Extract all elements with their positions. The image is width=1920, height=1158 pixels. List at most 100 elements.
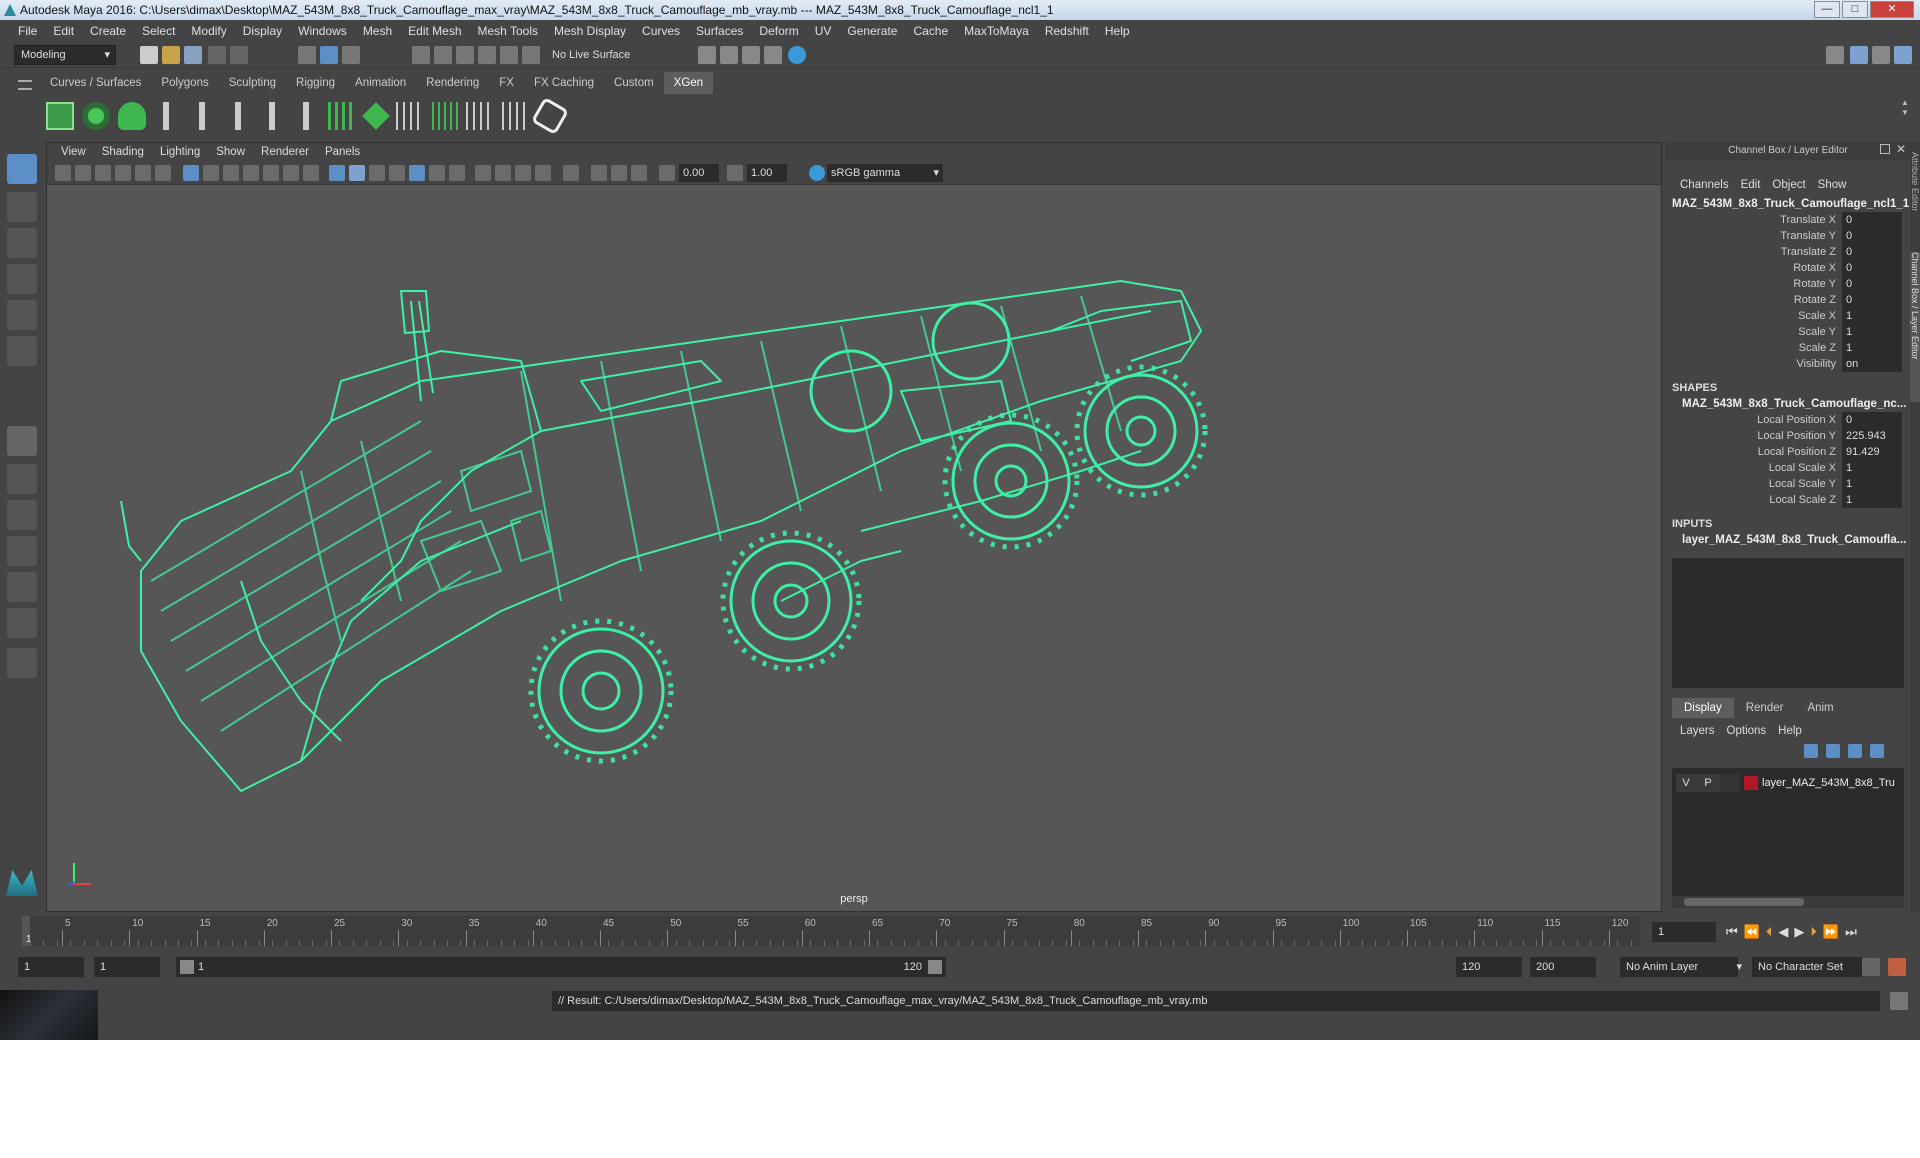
attribute-row-rotate-y[interactable]: Rotate Y 0: [1666, 276, 1910, 292]
move-layer-down-icon[interactable]: [1826, 744, 1840, 758]
layer-playback-toggle[interactable]: P: [1696, 774, 1720, 792]
view-transform-dropdown[interactable]: sRGB gamma ▾: [827, 164, 943, 182]
layer-menu-options[interactable]: Options: [1721, 725, 1773, 737]
bookmarks-icon[interactable]: [95, 165, 111, 181]
step-forward-key-icon[interactable]: ⏵: [1810, 924, 1817, 940]
move-tool-icon[interactable]: [7, 264, 37, 294]
attribute-row-local-position-y[interactable]: Local Position Y 225.943: [1666, 428, 1910, 444]
viewport-menu-view[interactable]: View: [53, 143, 94, 161]
layer-menu-layers[interactable]: Layers: [1674, 725, 1721, 737]
viewport-panel[interactable]: View Shading Lighting Show Renderer Panels: [46, 142, 1662, 912]
modeling-toolkit-icon[interactable]: [1826, 46, 1844, 64]
playback-start-field[interactable]: 1: [94, 957, 160, 977]
grid-toggle-icon[interactable]: [183, 165, 199, 181]
grease-pencil-icon[interactable]: [155, 165, 171, 181]
shelf-tab-animation[interactable]: Animation: [345, 72, 416, 94]
viewport-menu-renderer[interactable]: Renderer: [253, 143, 317, 161]
channel-menu-edit[interactable]: Edit: [1735, 179, 1767, 191]
minimize-button[interactable]: —: [1814, 1, 1840, 18]
safe-action-icon[interactable]: [283, 165, 299, 181]
redo-icon[interactable]: [230, 46, 248, 64]
snap-surface-icon[interactable]: [500, 46, 518, 64]
shelf-tab-curves-surfaces[interactable]: Curves / Surfaces: [40, 72, 151, 94]
anim-layer-dropdown[interactable]: No Anim Layer ▾: [1620, 957, 1742, 977]
camera-lock-icon[interactable]: [631, 165, 647, 181]
film-gate-icon[interactable]: [203, 165, 219, 181]
mode-dropdown[interactable]: Modeling ▾: [14, 45, 116, 65]
menu-display[interactable]: Display: [235, 24, 290, 38]
channel-menu-channels[interactable]: Channels: [1674, 179, 1735, 191]
menu-edit[interactable]: Edit: [45, 24, 82, 38]
layer-guides-icon[interactable]: [362, 102, 390, 130]
interpolate-guides-icon[interactable]: [396, 102, 424, 130]
snap-grid-icon[interactable]: [412, 46, 430, 64]
rotate-tool-icon[interactable]: [7, 300, 37, 330]
shelf-tab-sculpting[interactable]: Sculpting: [219, 72, 286, 94]
layer-menu-help[interactable]: Help: [1772, 725, 1808, 737]
layer-horizontal-scrollbar[interactable]: [1672, 896, 1904, 908]
layer-tab-render[interactable]: Render: [1734, 698, 1796, 718]
attribute-row-scale-y[interactable]: Scale Y 1: [1666, 324, 1910, 340]
shadows-icon[interactable]: [449, 165, 465, 181]
menu-file[interactable]: File: [10, 24, 45, 38]
save-scene-icon[interactable]: [184, 46, 202, 64]
wireframe-icon[interactable]: [329, 165, 345, 181]
menu-surfaces[interactable]: Surfaces: [688, 24, 751, 38]
xgen-preview-icon[interactable]: [530, 96, 570, 136]
shelf-tab-rigging[interactable]: Rigging: [286, 72, 345, 94]
shelf-tab-polygons[interactable]: Polygons: [151, 72, 218, 94]
range-slider-start-handle[interactable]: [180, 960, 194, 974]
use-all-lights-icon[interactable]: [429, 165, 445, 181]
single-perspective-layout-icon[interactable]: [7, 426, 37, 456]
playback-end-field[interactable]: 120: [1456, 957, 1522, 977]
play-backwards-icon[interactable]: ◀: [1778, 924, 1788, 940]
select-tool-icon[interactable]: [7, 154, 37, 184]
lasso-tool-icon[interactable]: [7, 192, 37, 222]
attribute-row-translate-x[interactable]: Translate X 0: [1666, 212, 1910, 228]
snap-view-icon[interactable]: [478, 46, 496, 64]
attribute-row-scale-x[interactable]: Scale X 1: [1666, 308, 1910, 324]
shelf-tab-custom[interactable]: Custom: [604, 72, 664, 94]
depth-of-field-icon[interactable]: [535, 165, 551, 181]
time-slider[interactable]: 1 5 10 15 20 25 30 35 40 45 50 55 60 65 70 75 80 85 90 95 1…: [0, 914, 1920, 950]
live-surface-field[interactable]: No Live Surface: [552, 45, 630, 65]
render-view-icon[interactable]: [698, 46, 716, 64]
layout-options-icon[interactable]: [7, 648, 37, 678]
xgen-editor-icon[interactable]: [46, 102, 74, 130]
animation-end-field[interactable]: 200: [1530, 957, 1596, 977]
xray-icon[interactable]: [409, 165, 425, 181]
move-layer-up-icon[interactable]: [1804, 744, 1818, 758]
select-object-icon[interactable]: [320, 46, 338, 64]
attribute-row-visibility[interactable]: Visibility on: [1666, 356, 1910, 372]
menu-uv[interactable]: UV: [807, 24, 840, 38]
attribute-row-local-scale-y[interactable]: Local Scale Y 1: [1666, 476, 1910, 492]
color-management-icon[interactable]: [809, 165, 825, 181]
open-scene-icon[interactable]: [162, 46, 180, 64]
render-frame-icon[interactable]: [720, 46, 738, 64]
attribute-value[interactable]: 91.429: [1842, 444, 1902, 460]
attribute-value[interactable]: 1: [1842, 324, 1902, 340]
use-default-material-icon[interactable]: [369, 165, 385, 181]
xray-joints-icon[interactable]: [591, 165, 607, 181]
shelf-tab-xgen[interactable]: XGen: [663, 72, 714, 94]
step-back-key-icon[interactable]: ⏴: [1766, 924, 1773, 940]
shelf-tab-rendering[interactable]: Rendering: [416, 72, 489, 94]
layer-row[interactable]: V P layer_MAZ_543M_8x8_Tru: [1676, 774, 1900, 792]
viewport-menu-show[interactable]: Show: [208, 143, 253, 161]
viewport-menu-panels[interactable]: Panels: [317, 143, 368, 161]
snap-point-icon[interactable]: [456, 46, 474, 64]
float-panel-icon[interactable]: [1880, 144, 1890, 154]
menu-deform[interactable]: Deform: [751, 24, 806, 38]
attribute-row-translate-y[interactable]: Translate Y 0: [1666, 228, 1910, 244]
layer-display-type[interactable]: [1720, 774, 1740, 792]
exposure-icon[interactable]: [659, 165, 675, 181]
create-layer-from-selected-icon[interactable]: [1870, 744, 1884, 758]
menu-windows[interactable]: Windows: [290, 24, 355, 38]
attribute-row-local-scale-x[interactable]: Local Scale X 1: [1666, 460, 1910, 476]
play-forwards-icon[interactable]: ▶: [1794, 924, 1804, 940]
create-groom-icon[interactable]: [118, 102, 146, 130]
selected-object-name[interactable]: MAZ_543M_8x8_Truck_Camouflage_ncl1_1: [1666, 196, 1910, 212]
new-scene-icon[interactable]: [140, 46, 158, 64]
persp-hypershade-layout-icon[interactable]: [7, 572, 37, 602]
attribute-row-translate-z[interactable]: Translate Z 0: [1666, 244, 1910, 260]
